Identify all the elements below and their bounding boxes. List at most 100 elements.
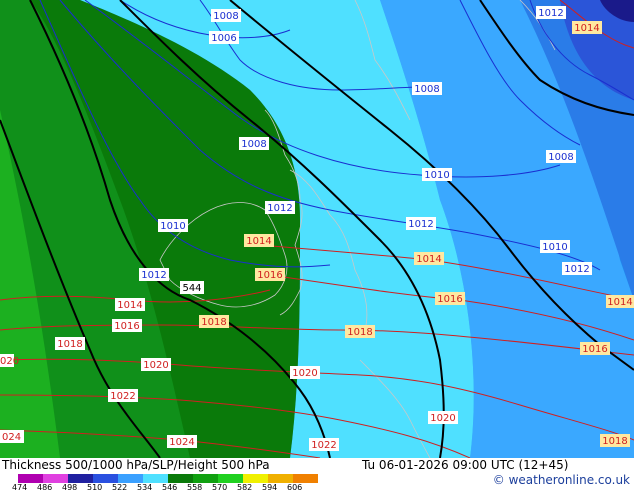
pressure-label: 1024 xyxy=(167,435,197,448)
legend-value: 606 xyxy=(287,483,303,492)
pressure-label: 1012 xyxy=(562,262,592,275)
svg-text:1014: 1014 xyxy=(574,23,599,34)
thickness-color-legend xyxy=(18,474,318,483)
legend-value: 582 xyxy=(237,483,253,492)
legend-swatch xyxy=(43,474,68,483)
svg-text:1018: 1018 xyxy=(602,436,627,447)
svg-text:1014: 1014 xyxy=(607,297,632,308)
legend-swatch xyxy=(93,474,118,483)
svg-text:1012: 1012 xyxy=(538,8,563,19)
pressure-label: 1008 xyxy=(546,150,576,163)
valid-time: Tu 06-01-2026 09:00 UTC (12+45) xyxy=(362,458,569,472)
legend-value: 546 xyxy=(162,483,178,492)
pressure-label: 1022 xyxy=(108,389,138,402)
pressure-label: 1012 xyxy=(406,217,436,230)
svg-text:1012: 1012 xyxy=(564,264,589,275)
svg-text:1016: 1016 xyxy=(582,344,607,355)
pressure-label: 024 xyxy=(0,430,24,443)
svg-text:1020: 1020 xyxy=(143,360,168,371)
pressure-label: 1016 xyxy=(580,342,610,355)
legend-value: 558 xyxy=(187,483,203,492)
svg-text:1012: 1012 xyxy=(408,219,433,230)
legend-value: 534 xyxy=(137,483,153,492)
svg-text:1018: 1018 xyxy=(57,339,82,350)
svg-text:1008: 1008 xyxy=(414,84,439,95)
pressure-label: 1014 xyxy=(115,298,145,311)
pressure-label: 1020 xyxy=(290,366,320,379)
svg-text:1016: 1016 xyxy=(257,270,282,281)
svg-text:024: 024 xyxy=(2,432,21,443)
svg-text:1012: 1012 xyxy=(141,270,166,281)
svg-text:1014: 1014 xyxy=(117,300,142,311)
map-title: Thickness 500/1000 hPa/SLP/Height 500 hP… xyxy=(2,458,270,472)
svg-text:1024: 1024 xyxy=(169,437,194,448)
pressure-label: 1018 xyxy=(345,325,375,338)
legend-swatch xyxy=(68,474,93,483)
svg-text:1010: 1010 xyxy=(542,242,567,253)
pressure-label: 1008 xyxy=(412,82,442,95)
legend-swatch xyxy=(118,474,143,483)
legend-value: 570 xyxy=(212,483,228,492)
legend-swatch xyxy=(18,474,43,483)
svg-text:1022: 1022 xyxy=(110,391,135,402)
svg-text:1010: 1010 xyxy=(160,221,185,232)
legend-value: 474 xyxy=(12,483,28,492)
svg-text:1012: 1012 xyxy=(267,203,292,214)
svg-text:544: 544 xyxy=(182,283,201,294)
legend-swatch xyxy=(293,474,318,483)
pressure-label: 1016 xyxy=(112,319,142,332)
pressure-label: 1010 xyxy=(540,240,570,253)
legend-swatch xyxy=(143,474,168,483)
pressure-label: 1012 xyxy=(265,201,295,214)
pressure-label: 1008 xyxy=(211,9,241,22)
credit-link[interactable]: © weatheronline.co.uk xyxy=(493,473,630,487)
pressure-label: 1010 xyxy=(422,168,452,181)
pressure-label: 1012 xyxy=(139,268,169,281)
thickness-legend-labels: 474 486 498 510 522 534 546 558 570 582 594 606 xyxy=(12,483,312,492)
pressure-label: 1014 xyxy=(414,252,444,265)
map-canvas: 1008 1006 1012 1014 1008 1008 1008 1010 … xyxy=(0,0,634,458)
svg-text:1010: 1010 xyxy=(424,170,449,181)
pressure-label: 1018 xyxy=(600,434,630,447)
pressure-label: 1020 xyxy=(141,358,171,371)
svg-text:1006: 1006 xyxy=(211,33,236,44)
svg-text:1018: 1018 xyxy=(347,327,372,338)
pressure-label: 1012 xyxy=(536,6,566,19)
pressure-label: 1014 xyxy=(606,295,634,308)
pressure-label: 1018 xyxy=(199,315,229,328)
legend-swatch xyxy=(218,474,243,483)
pressure-label: 1014 xyxy=(572,21,602,34)
legend-value: 510 xyxy=(87,483,103,492)
legend-value: 522 xyxy=(112,483,128,492)
pressure-label: 1010 xyxy=(158,219,188,232)
svg-text:1014: 1014 xyxy=(416,254,441,265)
pressure-label: 020 xyxy=(0,354,19,367)
svg-text:1008: 1008 xyxy=(241,139,266,150)
svg-text:1008: 1008 xyxy=(213,11,238,22)
svg-text:1020: 1020 xyxy=(292,368,317,379)
legend-swatch xyxy=(243,474,268,483)
svg-text:1016: 1016 xyxy=(437,294,462,305)
legend-swatch xyxy=(193,474,218,483)
legend-swatch xyxy=(168,474,193,483)
pressure-label: 1016 xyxy=(435,292,465,305)
pressure-label: 1014 xyxy=(244,234,274,247)
legend-value: 486 xyxy=(37,483,53,492)
weather-map: 1008 1006 1012 1014 1008 1008 1008 1010 … xyxy=(0,0,634,458)
pressure-label: 1022 xyxy=(309,438,339,451)
svg-text:1008: 1008 xyxy=(548,152,573,163)
height-label: 544 xyxy=(180,281,204,294)
svg-text:020: 020 xyxy=(0,356,19,367)
svg-text:1020: 1020 xyxy=(430,413,455,424)
legend-value: 594 xyxy=(262,483,278,492)
svg-text:1018: 1018 xyxy=(201,317,226,328)
pressure-label: 1008 xyxy=(239,137,269,150)
pressure-label: 1018 xyxy=(55,337,85,350)
svg-text:1022: 1022 xyxy=(311,440,336,451)
pressure-label: 1006 xyxy=(209,31,239,44)
pressure-label: 1020 xyxy=(428,411,458,424)
pressure-label: 1016 xyxy=(255,268,285,281)
legend-value: 498 xyxy=(62,483,78,492)
svg-text:1014: 1014 xyxy=(246,236,271,247)
map-footer: Thickness 500/1000 hPa/SLP/Height 500 hP… xyxy=(0,458,634,492)
